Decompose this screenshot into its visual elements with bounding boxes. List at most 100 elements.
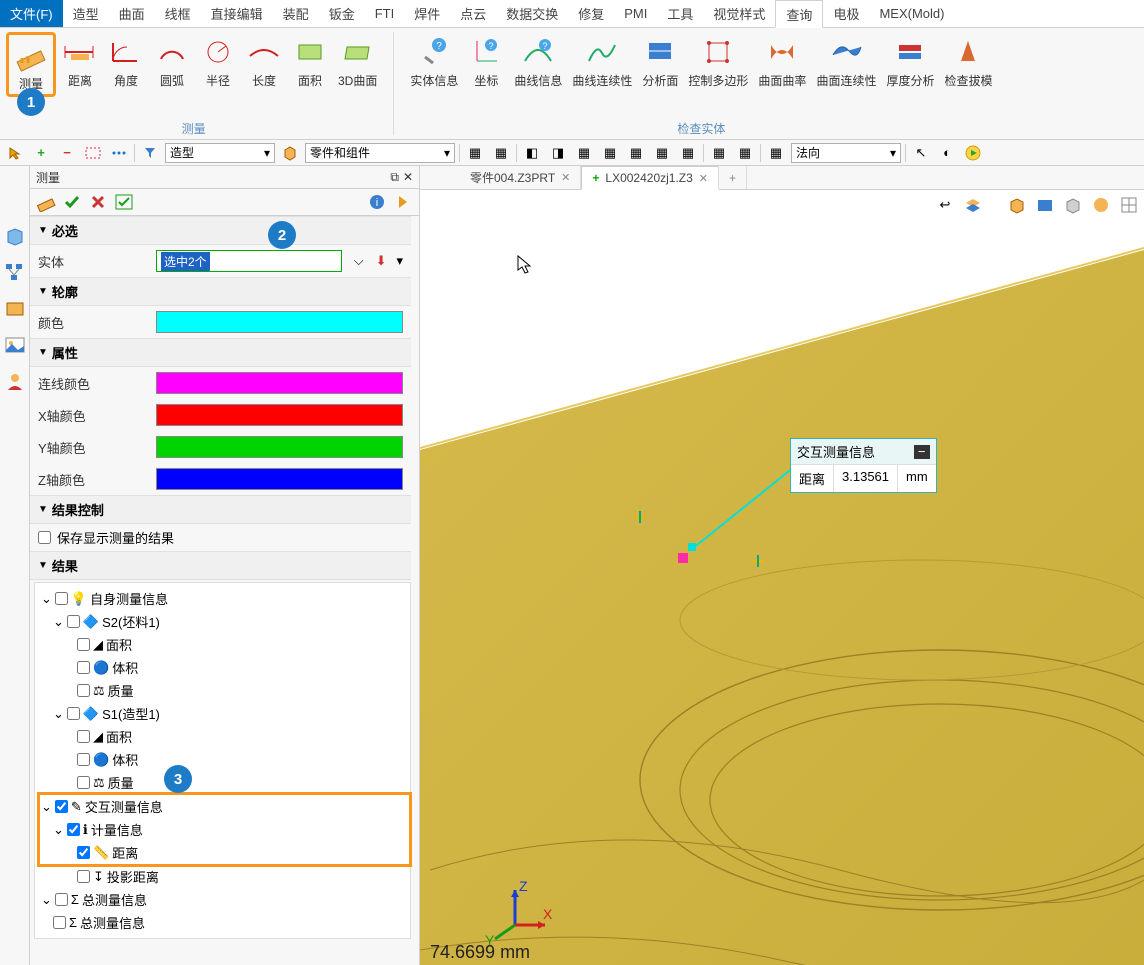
qb-dashsel[interactable] (82, 143, 104, 163)
ribbon-3dcurve[interactable]: 3D曲面 (334, 32, 381, 91)
qb-i1[interactable]: ▦ (464, 143, 486, 163)
swatch-outline[interactable] (156, 311, 403, 333)
viewport-3d[interactable]: 交互测量信息− 距离 3.13561 mm ↩ (420, 190, 1144, 965)
strip-shape-icon[interactable] (4, 226, 26, 248)
qb-dots[interactable] (108, 143, 130, 163)
qb-add[interactable]: + (30, 143, 52, 163)
tree-total-info[interactable]: ⌄Σ总测量信息 (39, 888, 410, 911)
vp-cube-icon[interactable] (1062, 194, 1084, 216)
swatch-z[interactable] (156, 468, 403, 490)
tree-s1-area[interactable]: ◢面积 (39, 725, 410, 748)
qb-cube[interactable] (279, 143, 301, 163)
qb-i13[interactable]: ◐ (936, 143, 958, 163)
menu-sheetmetal[interactable]: 钣金 (319, 0, 365, 27)
qb-play[interactable] (962, 143, 984, 163)
tree-s1-volume[interactable]: 🔵体积 (39, 748, 410, 771)
panel-ok-button[interactable] (60, 191, 84, 213)
qb-combo-parts[interactable]: 零件和组件▾ (305, 143, 455, 163)
tab-close-icon[interactable]: ✕ (561, 171, 570, 184)
tree-s1[interactable]: ⌄🔷S1(造型1) (39, 702, 410, 725)
menu-weld[interactable]: 焊件 (404, 0, 450, 27)
tab-lx002420[interactable]: +LX002420zj1.Z3✕ (581, 166, 719, 190)
chk-keep-results[interactable] (38, 531, 51, 544)
tree-s2[interactable]: ⌄🔷S2(坯料1) (39, 610, 410, 633)
menu-assembly[interactable]: 装配 (273, 0, 319, 27)
ribbon-curve-info[interactable]: ?曲线信息 (510, 32, 566, 91)
menu-shape[interactable]: 造型 (63, 0, 109, 27)
strip-user-icon[interactable] (4, 370, 26, 392)
menu-visual-style[interactable]: 视觉样式 (703, 0, 775, 27)
ribbon-measure[interactable]: 测量 1 (6, 32, 56, 97)
qb-i11[interactable]: ▦ (734, 143, 756, 163)
tree-total-misc[interactable]: Σ总测量信息 (39, 911, 410, 934)
ribbon-distance[interactable]: 距离 (58, 32, 102, 91)
tab-close-icon[interactable]: ✕ (699, 172, 708, 185)
ribbon-thickness[interactable]: 厚度分析 (882, 32, 938, 91)
menu-tools[interactable]: 工具 (657, 0, 703, 27)
qb-i2[interactable]: ▦ (490, 143, 512, 163)
menu-pmi[interactable]: PMI (614, 0, 657, 27)
ribbon-draft[interactable]: 检查拔模 (940, 32, 996, 91)
strip-box-icon[interactable] (4, 298, 26, 320)
qb-remove[interactable]: − (56, 143, 78, 163)
entity-more-icon[interactable]: ▾ (396, 253, 403, 269)
measure-tooltip-collapse-icon[interactable]: − (914, 445, 930, 459)
qb-i8[interactable]: ▦ (651, 143, 673, 163)
swatch-x[interactable] (156, 404, 403, 426)
entity-pick-icon[interactable]: ⬇ (376, 253, 387, 269)
ribbon-angle[interactable]: 角度 (104, 32, 148, 91)
tree-s2-area[interactable]: ◢面积 (39, 633, 410, 656)
ribbon-surf-curv[interactable]: 曲面曲率 (754, 32, 810, 91)
panel-info-button[interactable]: i (365, 191, 389, 213)
menu-wireframe[interactable]: 线框 (155, 0, 201, 27)
ribbon-arc[interactable]: 圆弧 (150, 32, 194, 91)
ribbon-radius[interactable]: 半径 (196, 32, 240, 91)
ribbon-length[interactable]: 长度 (242, 32, 286, 91)
section-results[interactable]: ▼结果 (30, 551, 411, 580)
panel-cancel-button[interactable] (86, 191, 110, 213)
tab-part004[interactable]: 零件004.Z3PRT✕ (460, 166, 581, 189)
section-required[interactable]: ▼必选 (30, 216, 411, 245)
tree-s2-mass[interactable]: ⚖质量 (39, 679, 410, 702)
ribbon-curve-cont[interactable]: 曲线连续性 (568, 32, 636, 91)
qb-i7[interactable]: ▦ (625, 143, 647, 163)
qb-i4[interactable]: ◨ (547, 143, 569, 163)
ribbon-ctrl-poly[interactable]: 控制多边形 (684, 32, 752, 91)
tree-s2-volume[interactable]: 🔵体积 (39, 656, 410, 679)
ribbon-area[interactable]: 面积 (288, 32, 332, 91)
panel-apply-button[interactable] (112, 191, 136, 213)
menu-mex[interactable]: MEX(Mold) (869, 0, 954, 27)
section-attrs[interactable]: ▼属性 (30, 338, 411, 367)
tree-s1-mass[interactable]: ⚖质量 3 (39, 771, 410, 794)
qb-cursor[interactable] (4, 143, 26, 163)
qb-i9[interactable]: ▦ (677, 143, 699, 163)
qb-cursor2[interactable]: ↖ (910, 143, 932, 163)
section-result-ctrl[interactable]: ▼结果控制 (30, 495, 411, 524)
entity-dropdown-icon[interactable]: ⌵ (354, 253, 364, 269)
menu-query[interactable]: 查询 (775, 0, 823, 28)
tree-proj-dist[interactable]: ↧投影距离 (39, 865, 410, 888)
panel-min-icon[interactable]: ⧉ (390, 170, 399, 185)
panel-close-icon[interactable]: ✕ (403, 170, 413, 185)
file-menu[interactable]: 文件(F) (0, 0, 63, 27)
vp-sphere-icon[interactable] (1090, 194, 1112, 216)
qb-combo-normal[interactable]: 法向▾ (791, 143, 901, 163)
menu-direct-edit[interactable]: 直接编辑 (201, 0, 273, 27)
tree-self-info[interactable]: ⌄💡自身测量信息 (39, 587, 410, 610)
qb-i3[interactable]: ◧ (521, 143, 543, 163)
panel-expand-button[interactable] (391, 191, 415, 213)
qb-i12[interactable]: ▦ (765, 143, 787, 163)
vp-layers-icon[interactable] (962, 194, 984, 216)
swatch-y[interactable] (156, 436, 403, 458)
vp-back-icon[interactable]: ↩ (934, 194, 956, 216)
strip-tree-icon[interactable] (4, 262, 26, 284)
vp-block-icon[interactable] (1034, 194, 1056, 216)
measure-tooltip[interactable]: 交互测量信息− 距离 3.13561 mm (790, 438, 937, 493)
menu-pointcloud[interactable]: 点云 (450, 0, 496, 27)
menu-repair[interactable]: 修复 (568, 0, 614, 27)
menu-electrode[interactable]: 电极 (823, 0, 869, 27)
tree-calc-info[interactable]: ⌄ℹ计量信息 (39, 818, 410, 841)
ribbon-section[interactable]: 分析面 (638, 32, 682, 91)
menu-surface[interactable]: 曲面 (109, 0, 155, 27)
qb-combo-shape[interactable]: 造型▾ (165, 143, 275, 163)
